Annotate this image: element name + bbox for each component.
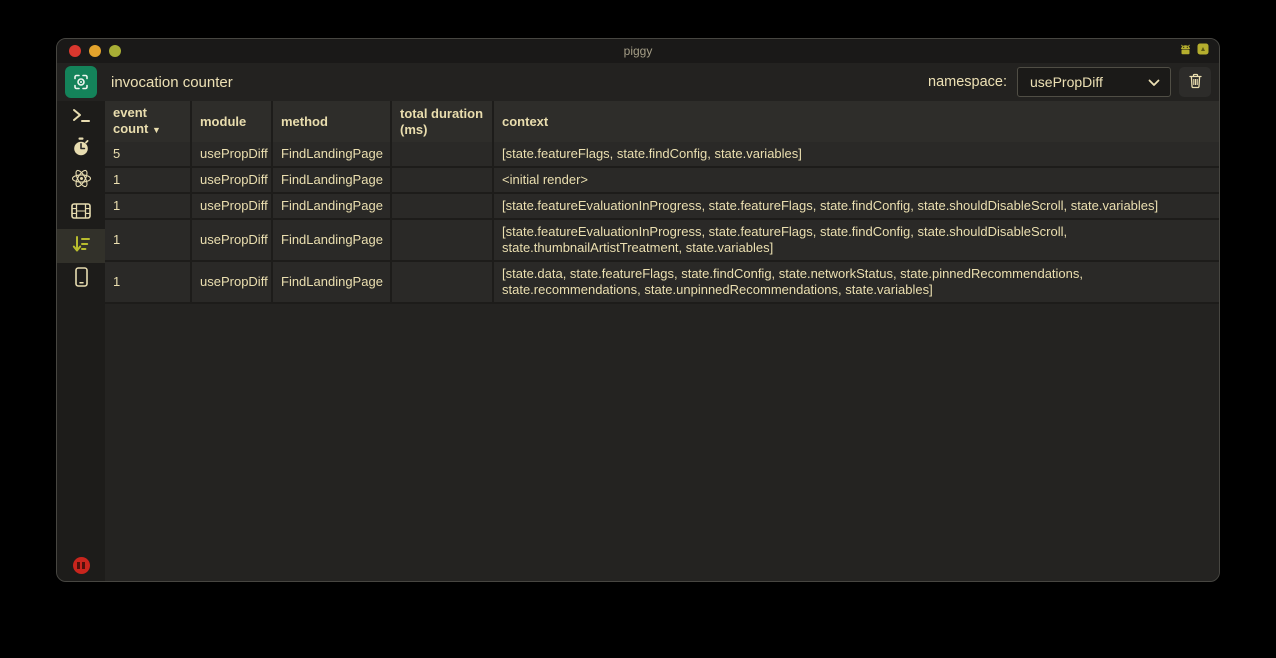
column-header-event-count[interactable]: event count ▼ [105,101,191,142]
pause-icon-bar [82,562,85,569]
clear-namespace-button[interactable] [1179,67,1211,97]
column-label: method [281,114,328,129]
cell-total-duration [391,219,493,261]
pause-recording-button[interactable] [73,557,90,574]
trash-icon [1188,73,1203,92]
namespace-label: namespace: [928,74,1007,90]
sidebar [57,101,105,581]
table-row[interactable]: 1 usePropDiff FindLandingPage <initial r… [105,167,1219,193]
header-controls: namespace: usePropDiff [928,67,1211,97]
pause-icon [77,562,80,569]
column-label: event count [113,105,148,136]
app-logo [65,66,97,98]
sort-descending-icon [71,235,91,258]
cell-total-duration [391,261,493,303]
cell-method: FindLandingPage [272,193,391,219]
column-label: module [200,114,246,129]
cell-method: FindLandingPage [272,142,391,167]
titlebar: piggy [57,39,1219,63]
sort-arrow-icon: ▼ [152,125,161,135]
zoom-button[interactable] [109,45,121,57]
phone-icon [75,267,88,292]
titlebar-status-icons [1179,42,1209,60]
column-header-context[interactable]: context [493,101,1219,142]
traffic-lights [69,45,121,57]
close-button[interactable] [69,45,81,57]
cell-context: [state.featureEvaluationInProgress, stat… [493,219,1219,261]
page-title: invocation counter [111,74,233,91]
cell-module: usePropDiff [191,167,272,193]
device-icon [1197,42,1209,60]
table-row[interactable]: 1 usePropDiff FindLandingPage [state.fea… [105,193,1219,219]
sidebar-item-invocation-counter[interactable] [57,229,105,263]
cell-event-count: 1 [105,167,191,193]
sidebar-item-timer[interactable] [57,133,105,165]
cell-module: usePropDiff [191,193,272,219]
cell-method: FindLandingPage [272,219,391,261]
screenshot-scan-icon [71,72,91,92]
cell-total-duration [391,142,493,167]
invocation-table: event count ▼ module method total durati… [105,101,1219,304]
sidebar-item-device[interactable] [57,263,105,295]
stopwatch-icon [72,137,90,162]
cell-context: <initial render> [493,167,1219,193]
window-title: piggy [57,44,1219,58]
cell-method: FindLandingPage [272,167,391,193]
sidebar-item-react[interactable] [57,165,105,197]
column-header-module[interactable]: module [191,101,272,142]
cell-total-duration [391,193,493,219]
app-header: invocation counter namespace: usePropDif… [57,63,1219,101]
cell-context: [state.data, state.featureFlags, state.f… [493,261,1219,303]
main-content: event count ▼ module method total durati… [105,101,1219,581]
sidebar-item-video[interactable] [57,197,105,229]
terminal-icon [71,106,91,129]
namespace-select[interactable]: usePropDiff [1017,67,1171,97]
namespace-selected-value: usePropDiff [1030,74,1103,90]
cell-context: [state.featureEvaluationInProgress, stat… [493,193,1219,219]
table-row[interactable]: 5 usePropDiff FindLandingPage [state.fea… [105,142,1219,167]
window-body: event count ▼ module method total durati… [57,101,1219,581]
cell-module: usePropDiff [191,219,272,261]
film-icon [71,203,91,224]
column-header-method[interactable]: method [272,101,391,142]
cell-event-count: 5 [105,142,191,167]
sidebar-bottom [57,557,105,574]
cell-event-count: 1 [105,261,191,303]
column-label: total duration (ms) [400,106,483,137]
minimize-button[interactable] [89,45,101,57]
table-header-row: event count ▼ module method total durati… [105,101,1219,142]
app-window: piggy [56,38,1220,582]
atom-icon [71,169,92,193]
sidebar-item-terminal[interactable] [57,101,105,133]
column-label: context [502,114,548,129]
column-header-total-duration[interactable]: total duration (ms) [391,101,493,142]
table-row[interactable]: 1 usePropDiff FindLandingPage [state.dat… [105,261,1219,303]
cell-method: FindLandingPage [272,261,391,303]
chevron-down-icon [1148,74,1160,90]
cell-total-duration [391,167,493,193]
table-row[interactable]: 1 usePropDiff FindLandingPage [state.fea… [105,219,1219,261]
cell-event-count: 1 [105,219,191,261]
android-icon [1179,42,1192,60]
cell-event-count: 1 [105,193,191,219]
cell-module: usePropDiff [191,261,272,303]
cell-context: [state.featureFlags, state.findConfig, s… [493,142,1219,167]
cell-module: usePropDiff [191,142,272,167]
